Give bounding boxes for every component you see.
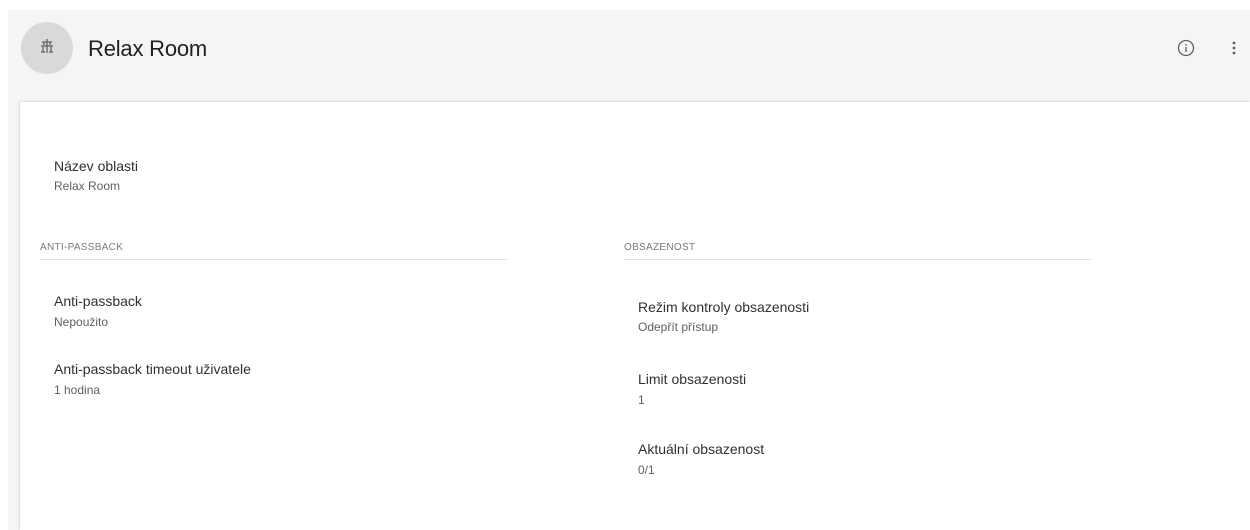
current-occupancy-label: Aktuální obsazenost — [638, 441, 765, 457]
anti-passback-timeout-value: 1 hodina — [54, 383, 101, 397]
occupancy-divider — [624, 259, 1092, 260]
occupancy-limit-value: 1 — [638, 393, 645, 407]
occupancy-mode-label: Režim kontroly obsazenosti — [638, 299, 810, 315]
anti-passback-value: Nepoužito — [54, 315, 109, 329]
area-lock-icon — [38, 37, 56, 60]
more-menu-button[interactable] — [1222, 38, 1246, 62]
page-title: Relax Room — [88, 36, 208, 61]
occupancy-section-title: OBSAZENOST — [624, 242, 696, 253]
current-occupancy-value: 0/1 — [638, 463, 655, 477]
area-name-label: Název oblasti — [54, 158, 139, 174]
occupancy-limit-label: Limit obsazenosti — [638, 371, 747, 387]
more-vert-icon — [1231, 39, 1237, 62]
page-header: Relax Room — [8, 10, 1250, 102]
info-icon — [1177, 39, 1195, 62]
anti-passback-divider — [40, 259, 508, 260]
area-name-value: Relax Room — [54, 179, 121, 193]
anti-passback-section-title: ANTI-PASSBACK — [40, 242, 124, 253]
area-avatar — [21, 22, 73, 74]
anti-passback-timeout-label: Anti-passback timeout uživatele — [54, 361, 251, 377]
app-frame: Relax Room Název oblasti Relax Room ANTI… — [8, 10, 1250, 530]
occupancy-mode-value: Odepřít přístup — [638, 320, 719, 334]
info-button[interactable] — [1174, 38, 1198, 62]
anti-passback-label: Anti-passback — [54, 293, 142, 309]
area-detail-card: Název oblasti Relax Room ANTI-PASSBACK A… — [20, 102, 1250, 530]
